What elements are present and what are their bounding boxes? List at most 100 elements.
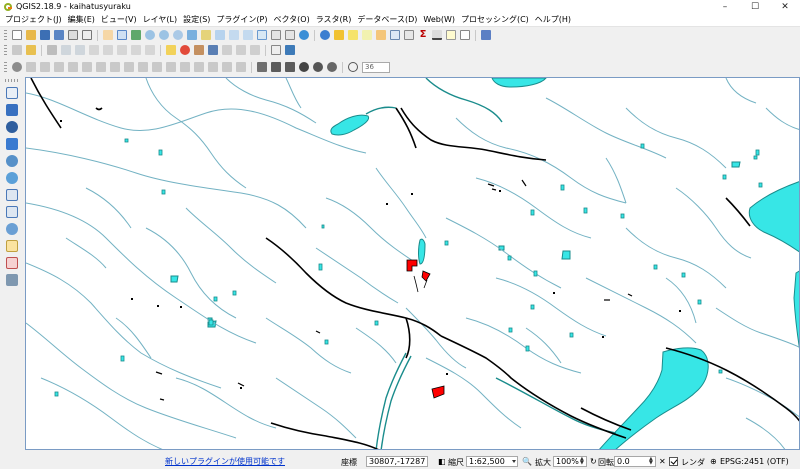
save-project-icon[interactable]: [40, 30, 50, 40]
save-layer-edits-icon[interactable]: [47, 45, 57, 55]
enable-advanced-digitizing-icon[interactable]: [257, 62, 267, 72]
new-shapefile-icon[interactable]: [6, 240, 18, 252]
snapping-icon[interactable]: [12, 62, 22, 72]
menu-edit[interactable]: 編集(E): [65, 14, 98, 25]
menu-view[interactable]: ビュー(V): [98, 14, 140, 25]
paste-features-icon[interactable]: [145, 45, 155, 55]
select-by-expression-icon[interactable]: [376, 30, 386, 40]
deselect-all-icon[interactable]: [362, 30, 372, 40]
delete-selected-icon[interactable]: [103, 45, 113, 55]
move-feature-icon[interactable]: [75, 45, 85, 55]
zoom-next-icon[interactable]: [243, 30, 253, 40]
zoom-last-icon[interactable]: [229, 30, 239, 40]
osm-plugin-icon[interactable]: [271, 45, 281, 55]
open-project-icon[interactable]: [26, 30, 36, 40]
pan-to-selection-icon[interactable]: [131, 30, 141, 40]
record-point-icon[interactable]: [299, 62, 309, 72]
shape-ellipse-icon[interactable]: [327, 62, 337, 72]
menu-web[interactable]: Web(W): [420, 15, 458, 24]
undo-icon[interactable]: [26, 62, 36, 72]
coordinate-field[interactable]: 30807,-17287: [366, 456, 428, 467]
zoom-full-icon[interactable]: [187, 30, 197, 40]
stop-render-icon[interactable]: ✕: [659, 457, 666, 466]
copy-features-icon[interactable]: [131, 45, 141, 55]
minimize-button[interactable]: –: [710, 0, 740, 13]
add-delimited-text-icon[interactable]: [6, 223, 18, 235]
touch-zoom-pan-icon[interactable]: [103, 30, 113, 40]
move-label-icon[interactable]: [222, 45, 232, 55]
add-wms-layer-icon[interactable]: [6, 172, 18, 184]
menu-help[interactable]: ヘルプ(H): [532, 14, 574, 25]
fill-ring-icon[interactable]: [110, 62, 120, 72]
zoom-in-icon[interactable]: [145, 30, 155, 40]
add-wcs-layer-icon[interactable]: [6, 189, 18, 201]
new-bookmark-icon[interactable]: [271, 30, 281, 40]
scale-combobox[interactable]: 1:62,500: [466, 456, 518, 467]
menu-plugins[interactable]: プラグイン(P): [213, 14, 270, 25]
merge-features-icon[interactable]: [208, 62, 218, 72]
rotation-angle-input[interactable]: 36: [362, 61, 390, 73]
maximize-button[interactable]: ☐: [740, 0, 770, 13]
rotation-tool-icon[interactable]: [348, 62, 358, 72]
zoom-native-icon[interactable]: [173, 30, 183, 40]
help-contents-icon[interactable]: [481, 30, 491, 40]
add-feature-icon[interactable]: [61, 45, 71, 55]
add-ring-icon[interactable]: [82, 62, 92, 72]
new-map-view-icon[interactable]: [257, 30, 267, 40]
delete-ring-icon[interactable]: [124, 62, 134, 72]
open-attribute-table-icon[interactable]: [390, 30, 400, 40]
new-print-composer-icon[interactable]: [68, 30, 78, 40]
select-features-icon[interactable]: [348, 30, 358, 40]
python-console-icon[interactable]: [285, 45, 295, 55]
toolbar-grip[interactable]: [5, 79, 19, 82]
render-checkbox[interactable]: [669, 457, 678, 466]
add-spatialite-layer-icon[interactable]: [6, 138, 18, 150]
rotate-label-icon[interactable]: [236, 45, 246, 55]
add-postgis-layer-icon[interactable]: [6, 121, 18, 133]
rotate-feature-icon[interactable]: [54, 62, 64, 72]
redo-icon[interactable]: [40, 62, 50, 72]
offset-curve-icon[interactable]: [166, 62, 176, 72]
new-project-icon[interactable]: [12, 30, 22, 40]
cut-features-icon[interactable]: [117, 45, 127, 55]
menu-vector[interactable]: ベクタ(O): [271, 14, 313, 25]
shape-circle-icon[interactable]: [313, 62, 323, 72]
simplify-feature-icon[interactable]: [68, 62, 78, 72]
menu-processing[interactable]: プロセッシング(C): [458, 14, 532, 25]
label-toolbar-icon[interactable]: [166, 45, 176, 55]
toggle-editing-icon[interactable]: [26, 45, 36, 55]
refresh-icon[interactable]: [299, 30, 309, 40]
plugin-update-link[interactable]: 新しいプラグインが使用可能です: [165, 456, 285, 467]
current-edits-icon[interactable]: [12, 45, 22, 55]
map-tips-icon[interactable]: [446, 30, 456, 40]
delete-part-icon[interactable]: [138, 62, 148, 72]
close-button[interactable]: ✕: [770, 0, 800, 13]
menu-project[interactable]: プロジェクト(J): [2, 14, 65, 25]
show-bookmarks-icon[interactable]: [285, 30, 295, 40]
add-raster-layer-icon[interactable]: [6, 104, 18, 116]
identify-features-icon[interactable]: [320, 30, 330, 40]
reshape-features-icon[interactable]: [152, 62, 162, 72]
statistical-summary-icon[interactable]: Σ: [418, 30, 428, 40]
rotation-spinbox[interactable]: 0.0 ▲ ▼: [614, 456, 656, 467]
toolbar-grip[interactable]: [4, 61, 7, 73]
add-mssql-layer-icon[interactable]: [6, 155, 18, 167]
rotate-point-symbols-icon[interactable]: [236, 62, 246, 72]
run-feature-action-icon[interactable]: [334, 30, 344, 40]
merge-attributes-icon[interactable]: [222, 62, 232, 72]
menu-database[interactable]: データベース(D): [354, 14, 420, 25]
toolbar-grip[interactable]: [4, 29, 7, 41]
highlight-pinned-labels-icon[interactable]: [194, 45, 204, 55]
new-virtual-layer-icon[interactable]: [6, 257, 18, 269]
toolbar-grip[interactable]: [4, 44, 7, 56]
change-label-icon[interactable]: [250, 45, 260, 55]
crs-globe-icon[interactable]: ⊕: [710, 457, 717, 466]
split-features-icon[interactable]: [180, 62, 190, 72]
map-canvas[interactable]: [25, 77, 800, 450]
menu-layer[interactable]: レイヤ(L): [140, 14, 180, 25]
measure-line-icon[interactable]: [432, 30, 442, 40]
pin-labels-icon[interactable]: [180, 45, 190, 55]
zoom-to-layer-icon[interactable]: [215, 30, 225, 40]
gps-tools-icon[interactable]: [6, 274, 18, 286]
split-parts-icon[interactable]: [194, 62, 204, 72]
